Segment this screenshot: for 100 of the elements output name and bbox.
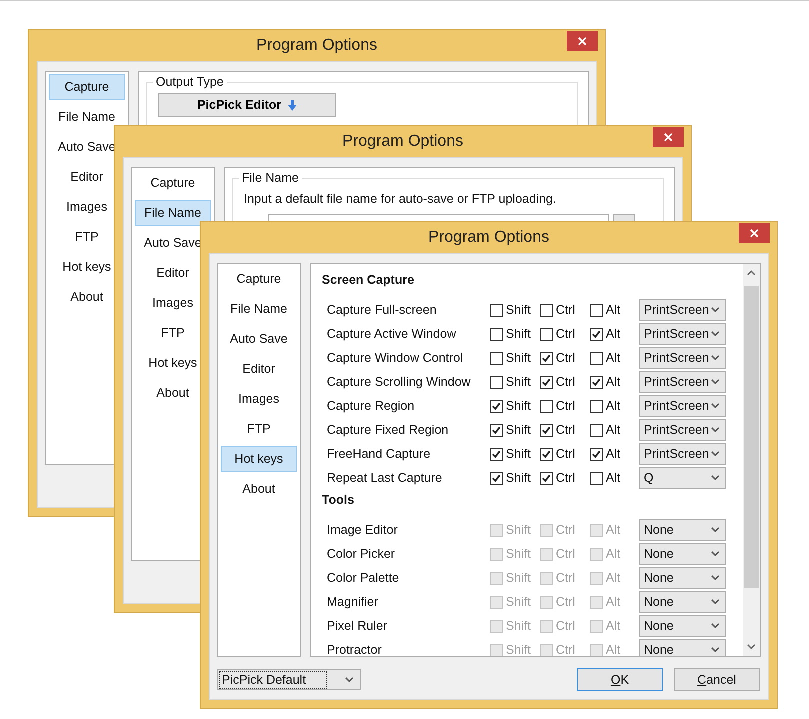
- key-dropdown[interactable]: PrintScreen: [639, 347, 726, 369]
- hotkey-label: Capture Window Control: [326, 351, 464, 365]
- modifier-checkbox[interactable]: Shift: [490, 471, 540, 485]
- key-dropdown[interactable]: PrintScreen: [639, 419, 726, 441]
- output-type-button[interactable]: PicPick Editor: [158, 93, 336, 117]
- modifier-checkbox[interactable]: Alt: [590, 351, 640, 365]
- hotkey-label: Capture Scrolling Window: [326, 375, 472, 389]
- chevron-down-icon: [711, 623, 720, 629]
- modifier-checkbox[interactable]: Alt: [590, 447, 640, 461]
- scrollbar[interactable]: [743, 264, 760, 656]
- chevron-down-icon: [711, 575, 720, 581]
- check-icon: [541, 448, 552, 460]
- key-dropdown[interactable]: PrintScreen: [639, 395, 726, 417]
- check-icon: [591, 328, 602, 340]
- group-title: File Name: [239, 171, 302, 185]
- modifier-checkbox[interactable]: Alt: [590, 423, 640, 437]
- check-icon: [541, 472, 552, 484]
- hotkey-label: Capture Active Window: [326, 327, 458, 341]
- hotkey-label: Magnifier: [326, 595, 380, 609]
- close-icon: [664, 132, 673, 142]
- close-button[interactable]: [567, 31, 598, 51]
- hotkey-label: Color Picker: [326, 547, 396, 561]
- modifier-checkbox[interactable]: Shift: [490, 399, 540, 413]
- hotkey-label: Protractor: [326, 643, 383, 656]
- section-heading: Screen Capture: [322, 273, 416, 288]
- group-title: Output Type: [153, 75, 227, 89]
- modifier-checkbox[interactable]: Ctrl: [540, 423, 590, 437]
- modifier-checkbox[interactable]: Ctrl: [540, 399, 590, 413]
- chevron-down-icon: [711, 475, 720, 481]
- hotkey-label: Repeat Last Capture: [326, 471, 444, 485]
- chevron-down-icon: [711, 307, 720, 313]
- close-button[interactable]: [739, 223, 770, 243]
- window-title: Program Options: [428, 228, 550, 246]
- category-item[interactable]: About: [135, 380, 211, 406]
- check-icon: [491, 400, 502, 412]
- check-icon: [591, 376, 602, 388]
- chevron-down-icon: [711, 379, 720, 385]
- category-item[interactable]: FTP: [221, 416, 297, 442]
- scroll-up-icon: [747, 270, 756, 276]
- hint-text: Input a default file name for auto-save or FTP uploading.: [244, 192, 556, 206]
- hotkey-label: Capture Full-screen: [326, 303, 438, 317]
- category-item[interactable]: Auto Save: [135, 230, 211, 256]
- check-icon: [541, 352, 552, 364]
- category-item[interactable]: Images: [221, 386, 297, 412]
- modifier-checkbox[interactable]: Ctrl: [540, 327, 590, 341]
- category-item[interactable]: Capture: [135, 170, 211, 196]
- modifier-checkbox[interactable]: Alt: [590, 327, 640, 341]
- chevron-down-icon: [711, 527, 720, 533]
- dialog-button[interactable]: OK: [577, 668, 663, 691]
- category-item[interactable]: FTP: [135, 320, 211, 346]
- hotkey-label: Pixel Ruler: [326, 619, 388, 633]
- scroll-down-icon: [747, 644, 756, 650]
- modifier-checkbox[interactable]: Shift: [490, 423, 540, 437]
- modifier-checkbox[interactable]: Ctrl: [540, 351, 590, 365]
- modifier-checkbox[interactable]: Ctrl: [540, 447, 590, 461]
- category-item[interactable]: Hot keys: [221, 446, 297, 472]
- category-item[interactable]: Images: [135, 290, 211, 316]
- modifier-checkbox[interactable]: Ctrl: [540, 375, 590, 389]
- modifier-checkbox[interactable]: Shift: [490, 351, 540, 365]
- modifier-checkbox[interactable]: Ctrl: [540, 303, 590, 317]
- key-dropdown[interactable]: PrintScreen: [639, 323, 726, 345]
- key-dropdown[interactable]: PrintScreen: [639, 443, 726, 465]
- category-item[interactable]: File Name: [135, 200, 211, 226]
- modifier-checkbox[interactable]: Ctrl: [540, 471, 590, 485]
- category-item[interactable]: Hot keys: [135, 350, 211, 376]
- check-icon: [491, 448, 502, 460]
- category-item[interactable]: Auto Save: [221, 326, 297, 352]
- preset-dropdown[interactable]: PicPick Default: [217, 669, 361, 690]
- close-button[interactable]: [653, 127, 684, 147]
- category-item[interactable]: About: [221, 476, 297, 502]
- modifier-checkbox[interactable]: Alt: [590, 471, 640, 485]
- check-icon: [541, 376, 552, 388]
- key-dropdown[interactable]: Q: [639, 467, 726, 489]
- check-icon: [541, 424, 552, 436]
- hotkey-label: Image Editor: [326, 523, 399, 537]
- hotkey-label: Capture Fixed Region: [326, 423, 450, 437]
- chevron-down-icon: [345, 676, 354, 682]
- chevron-down-icon: [711, 331, 720, 337]
- modifier-checkbox[interactable]: Alt: [590, 375, 640, 389]
- modifier-checkbox[interactable]: Alt: [590, 303, 640, 317]
- chevron-down-icon: [711, 599, 720, 605]
- dialog-button[interactable]: Cancel: [674, 668, 760, 691]
- chevron-down-icon: [711, 403, 720, 409]
- modifier-checkbox[interactable]: Shift: [490, 375, 540, 389]
- close-icon: [750, 228, 759, 238]
- modifier-checkbox[interactable]: Shift: [490, 447, 540, 461]
- hotkey-label: Capture Region: [326, 399, 416, 413]
- key-dropdown[interactable]: PrintScreen: [639, 371, 726, 393]
- modifier-checkbox[interactable]: Shift: [490, 327, 540, 341]
- check-icon: [491, 472, 502, 484]
- hotkey-label: FreeHand Capture: [326, 447, 432, 461]
- category-item[interactable]: Editor: [221, 356, 297, 382]
- category-item[interactable]: File Name: [221, 296, 297, 322]
- chevron-down-icon: [711, 355, 720, 361]
- category-item[interactable]: Capture: [221, 266, 297, 292]
- chevron-down-icon: [711, 551, 720, 557]
- category-item[interactable]: Editor: [135, 260, 211, 286]
- key-dropdown[interactable]: PrintScreen: [639, 299, 726, 321]
- modifier-checkbox[interactable]: Alt: [590, 399, 640, 413]
- modifier-checkbox[interactable]: Shift: [490, 303, 540, 317]
